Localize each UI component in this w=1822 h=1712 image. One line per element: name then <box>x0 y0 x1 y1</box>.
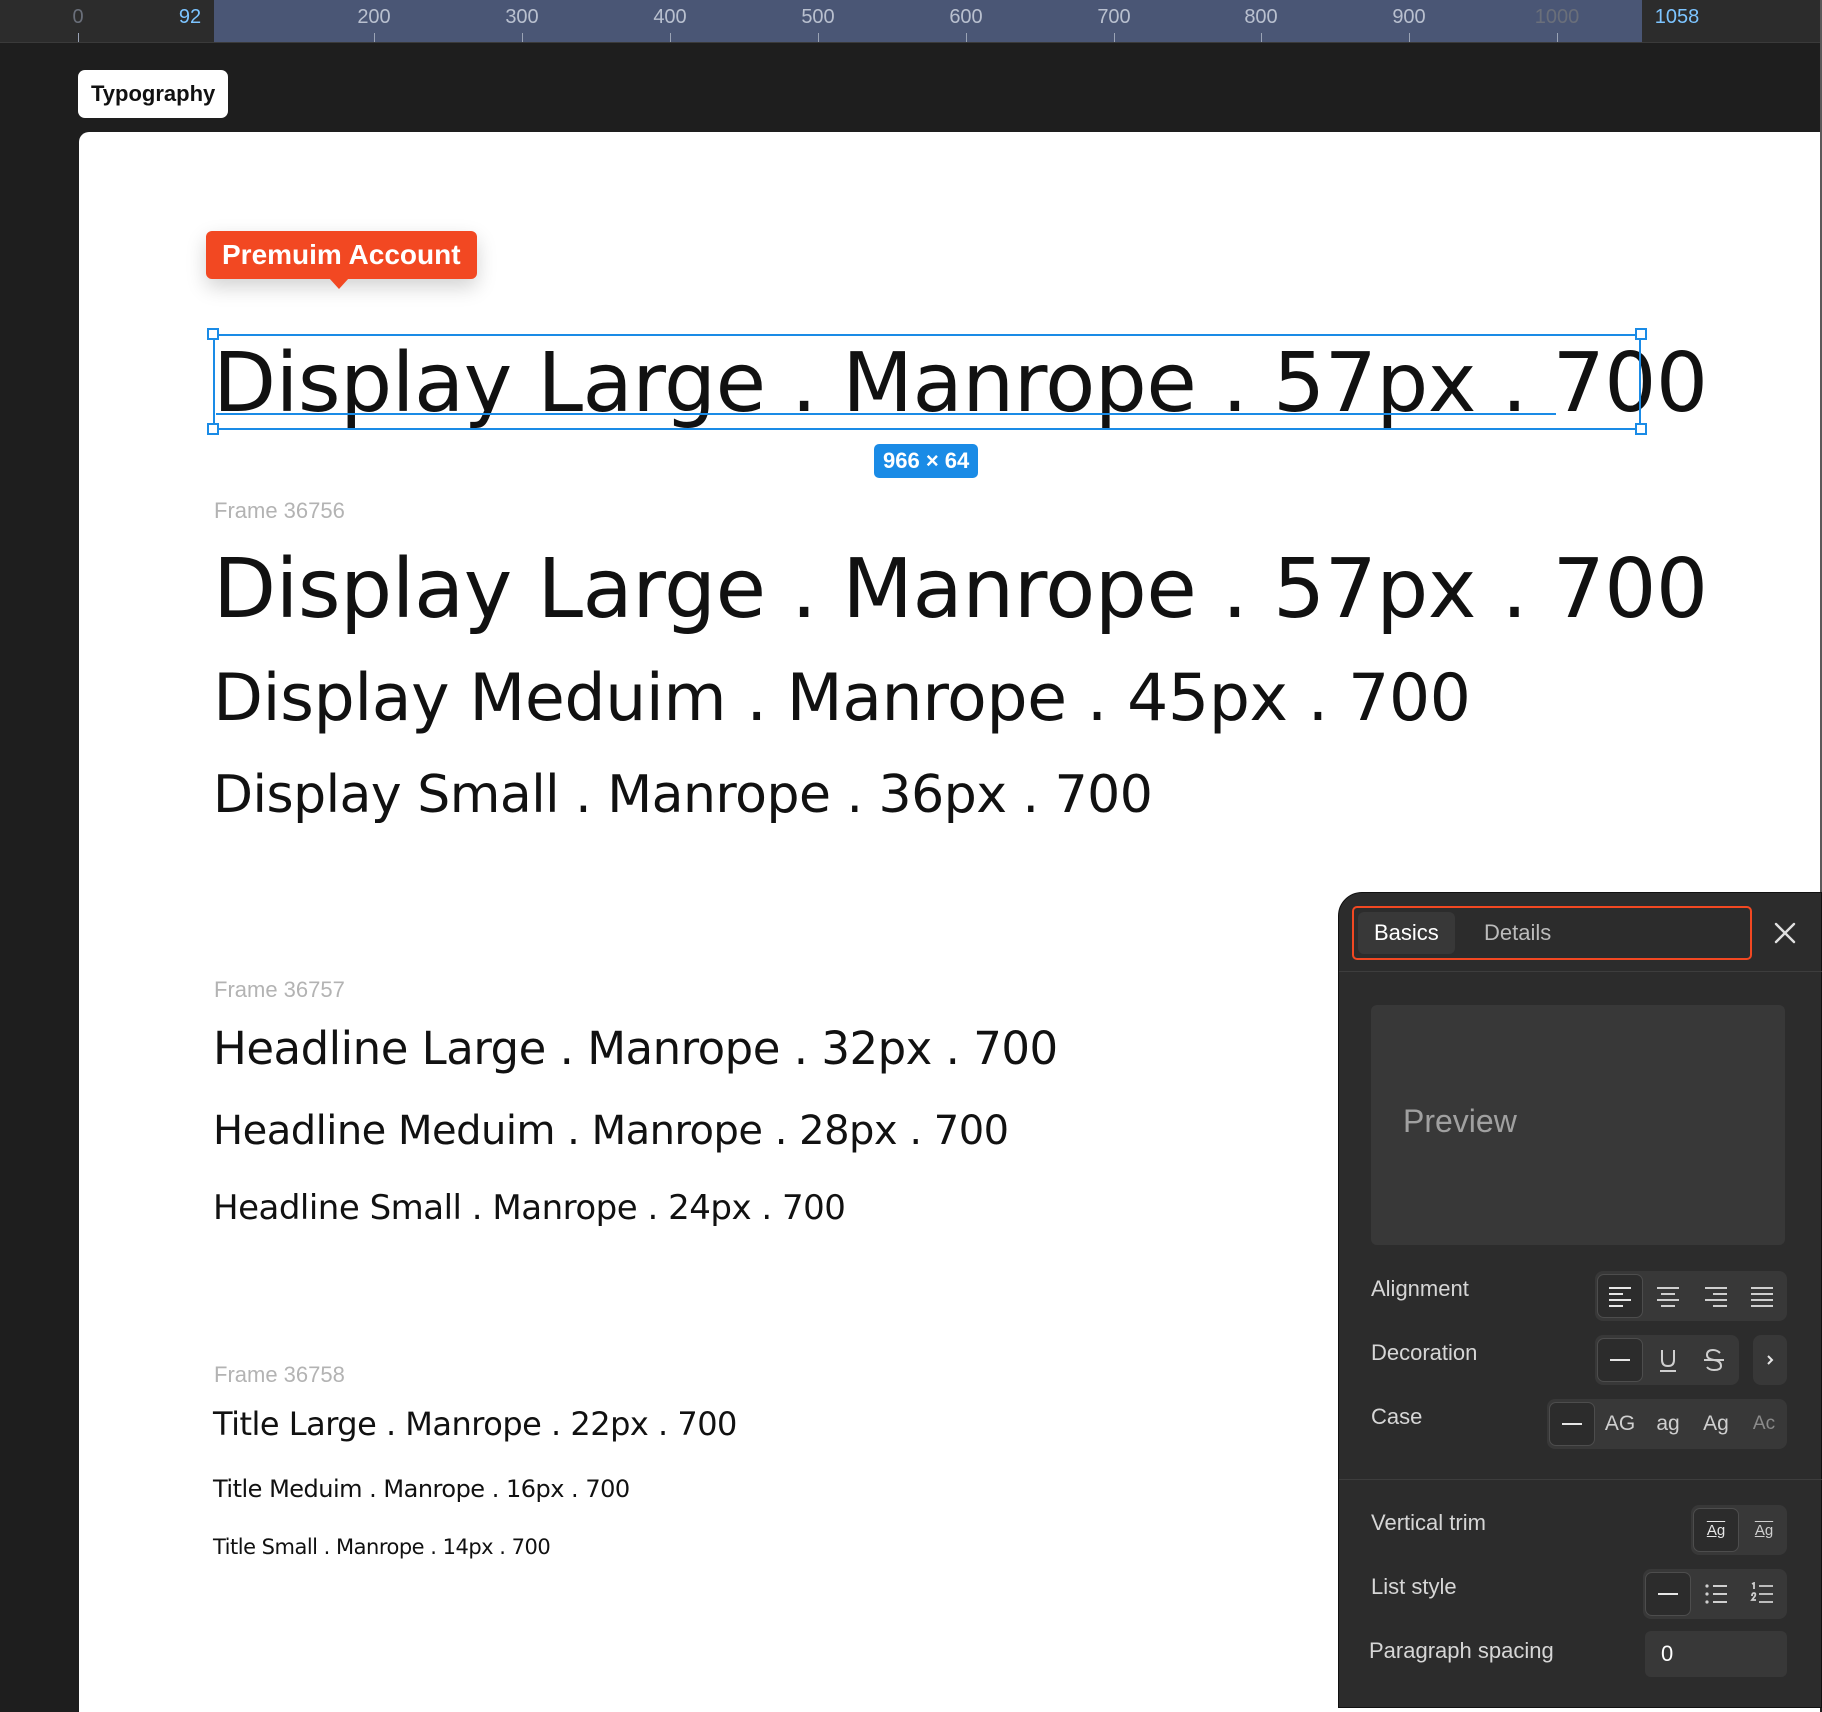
align-center-icon[interactable] <box>1645 1274 1691 1318</box>
align-justify-icon[interactable] <box>1739 1274 1785 1318</box>
ruler-selection-range <box>214 0 1642 42</box>
close-icon[interactable] <box>1765 913 1805 953</box>
decoration-group <box>1595 1335 1739 1385</box>
strikethrough-icon[interactable] <box>1691 1338 1737 1382</box>
case-small-caps-button[interactable]: Ac <box>1741 1402 1787 1446</box>
resize-handle-top-left[interactable] <box>207 328 219 340</box>
paragraph-spacing-label: Paragraph spacing <box>1369 1638 1554 1663</box>
case-titlecase-button[interactable]: Ag <box>1693 1402 1739 1446</box>
resize-handle-bottom-right[interactable] <box>1635 423 1647 435</box>
tab-details[interactable]: Details <box>1468 912 1567 954</box>
bulleted-list-icon[interactable] <box>1693 1572 1739 1616</box>
tab-basics[interactable]: Basics <box>1358 912 1455 954</box>
list-style-group <box>1643 1569 1787 1619</box>
align-right-icon[interactable] <box>1693 1274 1739 1318</box>
text-title-large[interactable]: Title Large . Manrope . 22px . 700 <box>213 1405 737 1443</box>
premium-account-badge[interactable]: Premuim Account <box>206 231 477 279</box>
paragraph-spacing-input[interactable]: 0 <box>1645 1631 1787 1677</box>
case-uppercase-button[interactable]: AG <box>1597 1402 1643 1446</box>
case-group: AG ag Ag Ac <box>1547 1399 1787 1449</box>
vertical-trim-cap-height-button[interactable]: Ag <box>1741 1508 1787 1552</box>
align-left-icon[interactable] <box>1597 1274 1643 1318</box>
chevron-right-icon <box>1747 1338 1793 1382</box>
decoration-label: Decoration <box>1371 1340 1478 1365</box>
selection-box[interactable] <box>213 334 1641 430</box>
decoration-none-icon[interactable] <box>1597 1338 1643 1382</box>
alignment-label: Alignment <box>1371 1276 1469 1301</box>
text-display-small[interactable]: Display Small . Manrope . 36px . 700 <box>213 765 1153 825</box>
list-none-icon[interactable] <box>1645 1572 1691 1616</box>
frame-label[interactable]: Frame 36757 <box>214 977 345 1003</box>
selection-dimensions: 966 × 64 <box>874 444 979 478</box>
vertical-trim-group: Ag Ag <box>1691 1505 1787 1555</box>
badge-pointer <box>329 278 349 289</box>
text-title-small[interactable]: Title Small . Manrope . 14px . 700 <box>213 1535 551 1559</box>
alignment-group <box>1595 1271 1787 1321</box>
text-display-large[interactable]: Display Large . Manrope . 57px . 700 <box>213 542 1708 637</box>
numbered-list-icon[interactable] <box>1739 1572 1785 1616</box>
preview-text: Preview <box>1403 1103 1517 1139</box>
vertical-trim-label: Vertical trim <box>1371 1510 1486 1535</box>
vertical-trim-standard-button[interactable]: Ag <box>1693 1508 1739 1552</box>
case-label: Case <box>1371 1404 1423 1429</box>
case-none-icon[interactable] <box>1549 1402 1595 1446</box>
decoration-more-button[interactable] <box>1753 1335 1787 1385</box>
text-headline-medium[interactable]: Headline Meduim . Manrope . 28px . 700 <box>213 1108 1009 1154</box>
text-title-medium[interactable]: Title Meduim . Manrope . 16px . 700 <box>213 1475 630 1503</box>
resize-handle-bottom-left[interactable] <box>207 423 219 435</box>
top-ruler: 0 92 200 300 400 500 600 700 800 900 100… <box>0 0 1822 43</box>
frame-label[interactable]: Frame 36756 <box>214 498 345 524</box>
panel-tabs: Basics Details <box>1352 906 1752 960</box>
list-style-label: List style <box>1371 1574 1457 1599</box>
divider <box>1339 1479 1822 1480</box>
underline-icon[interactable] <box>1645 1338 1691 1382</box>
text-display-medium[interactable]: Display Meduim . Manrope . 45px . 700 <box>213 661 1471 736</box>
frame-label[interactable]: Frame 36758 <box>214 1362 345 1388</box>
text-style-panel: Basics Details Preview Alignment Decorat… <box>1338 892 1822 1708</box>
divider <box>1339 971 1822 972</box>
preview-box: Preview <box>1371 1005 1785 1245</box>
case-lowercase-button[interactable]: ag <box>1645 1402 1691 1446</box>
resize-handle-top-right[interactable] <box>1635 328 1647 340</box>
text-headline-small[interactable]: Headline Small . Manrope . 24px . 700 <box>213 1188 846 1228</box>
text-headline-large[interactable]: Headline Large . Manrope . 32px . 700 <box>213 1022 1058 1075</box>
frame-name-label[interactable]: Typography <box>78 70 229 118</box>
